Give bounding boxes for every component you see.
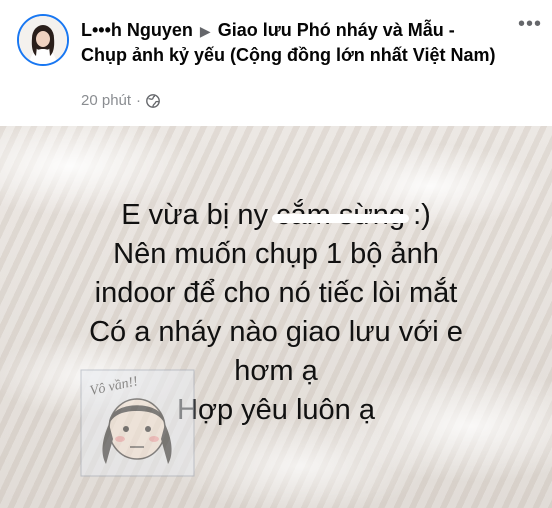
- post-meta: 20 phút ·: [81, 92, 160, 109]
- post-image[interactable]: E vừa bị ny cắm sừng :) Nên muốn chụp 1 …: [0, 126, 552, 508]
- post-header: L•••h Nguyen ▶ Giao lưu Phó nháy và Mẫu …: [0, 0, 552, 125]
- post-time[interactable]: 20 phút: [81, 92, 131, 109]
- more-options-button[interactable]: •••: [518, 14, 542, 34]
- globe-icon[interactable]: [146, 93, 160, 108]
- sticker-icon: Vô vần!!: [80, 369, 195, 477]
- caption-line-4: Có a nháy nào giao lưu với e: [89, 316, 463, 348]
- meta-separator: ·: [136, 92, 142, 109]
- arrow-right-icon: ▶: [199, 23, 211, 39]
- caption-line-2: Nên muốn chụp 1 bộ ảnh: [113, 238, 439, 270]
- author-name[interactable]: L•••h Nguyen: [81, 20, 193, 40]
- post-title-line: L•••h Nguyen ▶ Giao lưu Phó nháy và Mẫu …: [81, 18, 501, 67]
- caption-line-1: E vừa bị ny cắm sừng :): [121, 199, 431, 231]
- struck-word: cắm sừng: [276, 199, 406, 231]
- avatar-photo: [19, 16, 67, 64]
- caption-line-3: indoor để cho nó tiếc lòi mắt: [94, 277, 458, 309]
- avatar[interactable]: [17, 14, 69, 66]
